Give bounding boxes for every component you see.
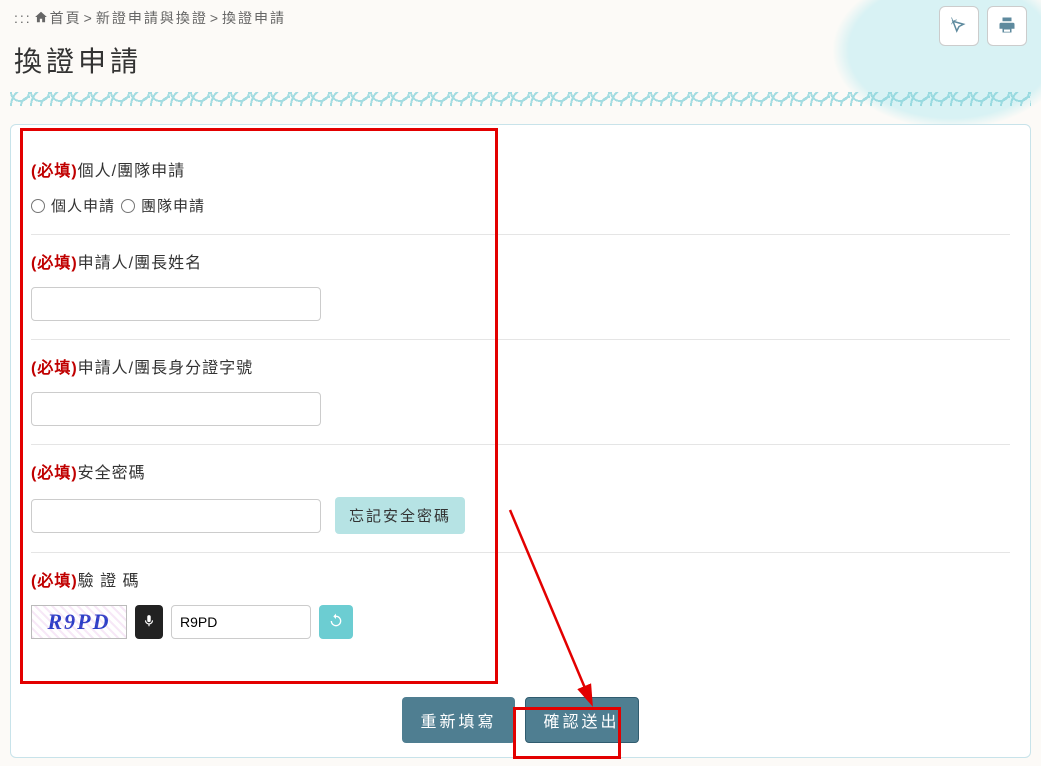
breadcrumb-sep: > [84, 10, 94, 26]
label-captcha: (必填)驗 證 碼 [31, 567, 1010, 591]
label-application-type: (必填)個人/團隊申請 [31, 157, 1010, 181]
page-title: 換證申請 [14, 40, 1027, 80]
label-name: (必填)申請人/團長姓名 [31, 249, 1010, 273]
field-application-type: (必填)個人/團隊申請 個人申請 團隊申請 [31, 143, 1010, 235]
radio-group-type: 個人申請 團隊申請 [31, 195, 1010, 216]
breadcrumb-sep: > [210, 10, 220, 26]
breadcrumb-level2[interactable]: 新證申請與換證 [96, 8, 208, 28]
main-panel: (必填)個人/團隊申請 個人申請 團隊申請 (必填)申請人/團長姓名 (必填)申… [10, 124, 1031, 758]
label-text: 安全密碼 [78, 465, 146, 482]
required-tag: (必填) [31, 573, 78, 590]
captcha-image: R9PD [31, 605, 127, 639]
label-password: (必填)安全密碼 [31, 459, 1010, 483]
mouse-icon [950, 16, 968, 37]
radio-individual-label: 個人申請 [51, 195, 115, 216]
required-tag: (必填) [31, 360, 78, 377]
radio-individual[interactable] [31, 199, 45, 213]
field-captcha: (必填)驗 證 碼 R9PD [31, 553, 1010, 657]
required-tag: (必填) [31, 465, 78, 482]
accessibility-button[interactable] [939, 6, 979, 46]
field-password: (必填)安全密碼 忘記安全密碼 [31, 445, 1010, 553]
label-idno: (必填)申請人/團長身分證字號 [31, 354, 1010, 378]
home-icon[interactable] [34, 10, 48, 27]
field-idno: (必填)申請人/團長身分證字號 [31, 340, 1010, 445]
print-button[interactable] [987, 6, 1027, 46]
label-text: 驗 證 碼 [78, 573, 140, 590]
name-input[interactable] [31, 287, 321, 321]
label-text: 個人/團隊申請 [78, 163, 185, 180]
print-icon [998, 16, 1016, 37]
topbar: ::: 首頁 > 新證申請與換證 > 換證申請 換證申請 [0, 0, 1041, 80]
required-tag: (必填) [31, 255, 78, 272]
breadcrumb: ::: 首頁 > 新證申請與換證 > 換證申請 [14, 8, 1027, 28]
breadcrumb-prefix: ::: [14, 10, 32, 26]
reset-button[interactable]: 重新填寫 [402, 697, 514, 743]
password-input[interactable] [31, 499, 321, 533]
breadcrumb-home[interactable]: 首頁 [50, 8, 82, 28]
radio-team[interactable] [121, 199, 135, 213]
forgot-password-button[interactable]: 忘記安全密碼 [335, 497, 465, 534]
captcha-audio-button[interactable] [135, 605, 163, 639]
field-name: (必填)申請人/團長姓名 [31, 235, 1010, 340]
form-area: (必填)個人/團隊申請 個人申請 團隊申請 (必填)申請人/團長姓名 (必填)申… [11, 125, 1030, 667]
captcha-input[interactable] [171, 605, 311, 639]
breadcrumb-level3[interactable]: 換證申請 [222, 8, 286, 28]
wavy-divider [10, 92, 1031, 106]
top-buttons [939, 6, 1027, 46]
captcha-refresh-button[interactable] [319, 605, 353, 639]
idno-input[interactable] [31, 392, 321, 426]
label-text: 申請人/團長身分證字號 [78, 360, 253, 377]
label-text: 申請人/團長姓名 [78, 255, 202, 272]
mic-icon [142, 614, 156, 631]
submit-button[interactable]: 確認送出 [525, 697, 639, 743]
button-row: 重新填寫 確認送出 [11, 667, 1030, 757]
refresh-icon [328, 613, 344, 632]
required-tag: (必填) [31, 163, 78, 180]
radio-team-label: 團隊申請 [141, 195, 205, 216]
